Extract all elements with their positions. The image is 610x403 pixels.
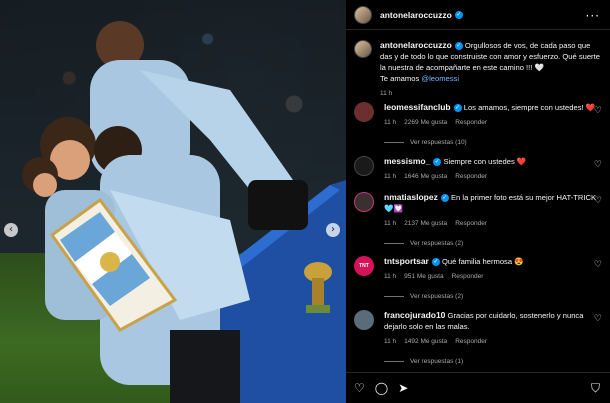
avatar[interactable] xyxy=(354,192,374,212)
comment-item: messismo_ ✓ Siempre con ustedes ❤️ 11 h 16… xyxy=(354,156,604,182)
mention-link[interactable]: @leomessi xyxy=(421,74,459,83)
comment-likes[interactable]: 951 Me gusta xyxy=(404,273,443,280)
comment-likes[interactable]: 2269 Me gusta xyxy=(404,119,447,126)
share-icon[interactable]: ➤ xyxy=(398,381,408,395)
comment-item: nmatiaslopez ✓ En la primer foto está su … xyxy=(354,192,604,247)
comment-username[interactable]: francojurado10 xyxy=(384,310,445,320)
comment-text: Los amamos, siempre con ustedes! ❤️ xyxy=(463,103,596,112)
caption-line2: Te amamos xyxy=(380,74,422,83)
comment-username[interactable]: messismo_ xyxy=(384,156,430,166)
heart-icon[interactable]: ♡ xyxy=(354,381,365,395)
post-sidebar: antonelaroccuzzo ✓ ··· antonelaroccuzzo ✓… xyxy=(346,0,610,403)
comment-likes[interactable]: 2137 Me gusta xyxy=(404,220,447,227)
comment-item: francojurado10 Gracias por cuidarlo, sos… xyxy=(354,310,604,365)
view-replies-button[interactable]: Ver respuestas (2) xyxy=(384,293,604,300)
verified-badge-icon: ✓ xyxy=(431,258,440,266)
comment-time: 11 h xyxy=(384,119,397,126)
verified-badge-icon: ✓ xyxy=(453,104,462,112)
comment-icon[interactable]: ◯ xyxy=(375,381,388,395)
comment-time: 11 h xyxy=(384,273,397,280)
heart-icon[interactable]: ♡ xyxy=(594,160,602,170)
reply-button[interactable]: Responder xyxy=(455,220,487,227)
comment-item: TNT tntsportsar ✓ Qué familia hermosa 😍 1… xyxy=(354,256,604,300)
caption-username[interactable]: antonelaroccuzzo xyxy=(380,40,452,50)
comments-list[interactable]: antonelaroccuzzo ✓ Orgullosos de vos, de … xyxy=(346,30,610,372)
avatar[interactable] xyxy=(354,40,372,58)
action-bar: ♡ ◯ ➤ ⛉ xyxy=(346,372,610,403)
chevron-right-icon[interactable]: › xyxy=(326,223,340,237)
avatar[interactable] xyxy=(354,310,374,330)
comment-likes[interactable]: 1492 Me gusta xyxy=(404,338,447,345)
heart-icon[interactable]: ♡ xyxy=(594,196,602,206)
comment-username[interactable]: nmatiaslopez xyxy=(384,192,438,202)
post-username[interactable]: antonelaroccuzzo xyxy=(380,10,452,20)
reply-button[interactable]: Responder xyxy=(455,119,487,126)
avatar[interactable]: TNT xyxy=(354,256,374,276)
comment-username[interactable]: leomessifanclub xyxy=(384,102,451,112)
comment-time: 11 h xyxy=(384,220,397,227)
comment-username[interactable]: tntsportsar xyxy=(384,256,429,266)
reply-button[interactable]: Responder xyxy=(455,338,487,345)
avatar[interactable] xyxy=(354,156,374,176)
post-image[interactable]: ‹ › xyxy=(0,0,346,403)
verified-badge-icon: ✓ xyxy=(440,194,449,202)
heart-icon[interactable]: ♡ xyxy=(594,314,602,324)
view-replies-button[interactable]: Ver respuestas (1) xyxy=(384,358,604,365)
reply-button[interactable]: Responder xyxy=(455,173,487,180)
comment-text: Qué familia hermosa 😍 xyxy=(442,257,524,266)
comment-time: 11 h xyxy=(384,173,397,180)
comment-likes[interactable]: 1646 Me gusta xyxy=(404,173,447,180)
heart-icon[interactable]: ♡ xyxy=(594,106,602,116)
more-options-icon[interactable]: ··· xyxy=(586,9,600,23)
comment-text: Siempre con ustedes ❤️ xyxy=(443,157,527,166)
verified-badge-icon: ✓ xyxy=(454,42,463,50)
bookmark-icon[interactable]: ⛉ xyxy=(591,381,600,396)
view-replies-button[interactable]: Ver respuestas (10) xyxy=(384,139,604,146)
avatar[interactable] xyxy=(354,102,374,122)
photo-illustration xyxy=(22,21,346,403)
comment-item: leomessifanclub ✓ Los amamos, siempre con… xyxy=(354,102,604,146)
post-header: antonelaroccuzzo ✓ ··· xyxy=(346,0,610,30)
heart-icon[interactable]: ♡ xyxy=(594,260,602,270)
post-caption: antonelaroccuzzo ✓ Orgullosos de vos, de … xyxy=(354,40,604,99)
reply-button[interactable]: Responder xyxy=(452,273,484,280)
chevron-left-icon[interactable]: ‹ xyxy=(4,223,18,237)
avatar[interactable] xyxy=(354,5,372,24)
caption-time: 11 h xyxy=(380,90,393,97)
verified-badge-icon: ✓ xyxy=(454,10,463,19)
view-replies-button[interactable]: Ver respuestas (2) xyxy=(384,240,604,247)
comment-time: 11 h xyxy=(384,338,397,345)
verified-badge-icon: ✓ xyxy=(433,158,442,166)
